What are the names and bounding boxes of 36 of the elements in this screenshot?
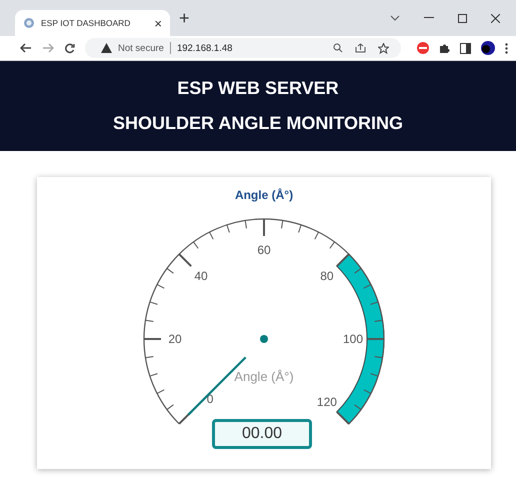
back-icon[interactable] [20, 43, 32, 53]
share-icon[interactable] [355, 43, 366, 53]
close-icon[interactable] [491, 14, 500, 22]
chevron-down-icon[interactable] [390, 15, 400, 21]
tick-label: 80 [320, 269, 334, 284]
sidebar-icon[interactable] [460, 42, 471, 54]
profile-avatar-icon[interactable] [481, 41, 495, 55]
warning-icon [101, 43, 112, 53]
url-text: 192.168.1.48 [176, 42, 232, 54]
tick-label: 120 [316, 394, 337, 409]
units-label: Angle (Å°) [234, 369, 294, 384]
globe-icon [23, 17, 35, 29]
page-subtitle: SHOULDER ANGLE MONITORING [112, 113, 403, 134]
reload-icon[interactable] [64, 42, 75, 54]
address-bar[interactable]: Not secure 192.168.1.48 [85, 38, 401, 58]
maximize-icon[interactable] [458, 14, 467, 22]
search-icon[interactable] [333, 43, 343, 53]
menu-icon[interactable] [505, 42, 508, 54]
gauge-title: Angle (Å°) [234, 188, 294, 202]
needle-pivot [260, 335, 268, 343]
tick-label: 100 [342, 332, 364, 346]
browser-tab[interactable]: ESP IOT DASHBOARD × [15, 10, 170, 36]
security-label: Not secure [118, 42, 164, 54]
tick-label: 20 [168, 332, 182, 346]
tab-title: ESP IOT DASHBOARD [41, 18, 132, 28]
tick-label: 0 [206, 392, 214, 406]
extension-icon[interactable] [417, 42, 429, 54]
tick-label: 60 [257, 243, 271, 257]
star-icon[interactable] [378, 42, 389, 54]
new-tab-button[interactable]: + [179, 8, 190, 28]
minimize-icon[interactable] [424, 17, 434, 19]
puzzle-icon[interactable] [439, 42, 450, 54]
tick-label: 40 [194, 269, 208, 284]
page-title: ESP WEB SERVER [177, 78, 339, 99]
close-tab-button[interactable]: × [154, 16, 162, 30]
value-display: 00.00 [212, 419, 312, 449]
